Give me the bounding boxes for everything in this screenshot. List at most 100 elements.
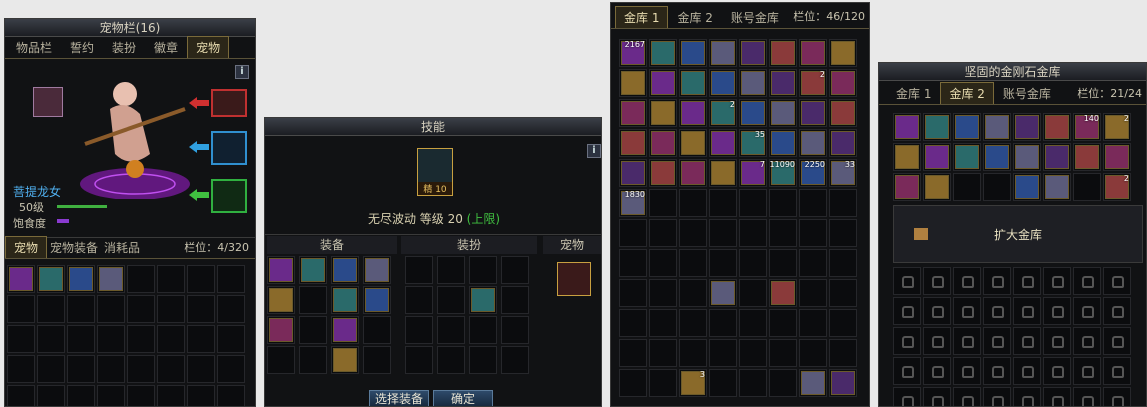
item-slot[interactable] <box>649 69 677 97</box>
pet-portrait[interactable] <box>33 87 63 117</box>
item-slot[interactable] <box>709 249 737 277</box>
item-slot[interactable] <box>331 256 359 284</box>
item-slot[interactable] <box>799 309 827 337</box>
item-slot[interactable] <box>7 295 35 323</box>
item-slot[interactable] <box>469 346 497 374</box>
item-slot[interactable] <box>267 256 295 284</box>
item-slot[interactable] <box>769 39 797 67</box>
item-slot[interactable] <box>67 385 95 406</box>
item-slot[interactable]: 11090 <box>769 159 797 187</box>
item-slot[interactable] <box>437 346 465 374</box>
item-slot[interactable] <box>187 295 215 323</box>
item-slot[interactable] <box>799 249 827 277</box>
item-slot[interactable] <box>7 385 35 406</box>
item-slot[interactable] <box>217 265 245 293</box>
item-slot[interactable] <box>157 265 185 293</box>
item-slot[interactable] <box>187 265 215 293</box>
item-slot[interactable] <box>37 295 65 323</box>
item-slot[interactable] <box>679 189 707 217</box>
item-slot[interactable] <box>67 265 95 293</box>
item-slot[interactable] <box>739 279 767 307</box>
item-slot[interactable] <box>331 346 359 374</box>
item-slot[interactable] <box>679 339 707 367</box>
item-slot[interactable] <box>829 339 857 367</box>
item-slot[interactable] <box>769 219 797 247</box>
item-slot[interactable] <box>739 189 767 217</box>
item-slot[interactable] <box>739 39 767 67</box>
item-slot[interactable] <box>649 99 677 127</box>
subtab-pet-equip[interactable]: 宠物装备 <box>47 236 101 258</box>
item-slot[interactable] <box>157 385 185 406</box>
item-slot[interactable] <box>267 346 295 374</box>
info-button[interactable]: i <box>587 144 601 158</box>
item-slot[interactable] <box>769 99 797 127</box>
tab-costume[interactable]: 装扮 <box>103 36 145 58</box>
item-slot[interactable] <box>363 256 391 284</box>
item-slot[interactable] <box>739 249 767 277</box>
item-slot[interactable] <box>769 339 797 367</box>
item-slot[interactable] <box>405 256 433 284</box>
item-slot[interactable] <box>299 286 327 314</box>
item-slot[interactable] <box>331 316 359 344</box>
item-slot[interactable] <box>649 159 677 187</box>
item-slot[interactable] <box>97 325 125 353</box>
item-slot[interactable] <box>67 325 95 353</box>
item-slot[interactable] <box>501 256 529 284</box>
item-slot[interactable] <box>469 316 497 344</box>
item-slot[interactable] <box>829 279 857 307</box>
item-slot[interactable] <box>893 173 921 201</box>
item-slot[interactable] <box>501 316 529 344</box>
confirm-button[interactable]: 确定 <box>433 390 493 406</box>
item-slot[interactable]: 3 <box>679 369 707 397</box>
item-slot[interactable] <box>619 129 647 157</box>
tab-bank-2[interactable]: 金库 2 <box>668 6 721 28</box>
item-slot[interactable] <box>187 325 215 353</box>
item-slot[interactable] <box>679 219 707 247</box>
item-slot[interactable] <box>619 339 647 367</box>
item-slot[interactable] <box>469 286 497 314</box>
item-slot[interactable] <box>363 346 391 374</box>
pet-slot[interactable] <box>557 262 591 296</box>
item-slot[interactable] <box>709 369 737 397</box>
tab-oath[interactable]: 誓约 <box>61 36 103 58</box>
select-equip-button[interactable]: 选择装备 <box>369 390 429 406</box>
item-slot[interactable] <box>267 286 295 314</box>
item-slot[interactable] <box>1043 173 1071 201</box>
item-slot[interactable] <box>709 189 737 217</box>
item-slot[interactable] <box>331 286 359 314</box>
item-slot[interactable] <box>649 309 677 337</box>
item-slot[interactable] <box>799 279 827 307</box>
item-slot[interactable] <box>799 339 827 367</box>
item-slot[interactable] <box>953 143 981 171</box>
item-slot[interactable] <box>37 325 65 353</box>
item-slot[interactable] <box>649 129 677 157</box>
item-slot[interactable] <box>769 309 797 337</box>
item-slot[interactable] <box>1043 143 1071 171</box>
item-slot[interactable] <box>829 189 857 217</box>
item-slot[interactable] <box>799 129 827 157</box>
item-slot[interactable] <box>7 355 35 383</box>
item-slot[interactable] <box>739 99 767 127</box>
item-slot[interactable] <box>267 316 295 344</box>
item-slot[interactable] <box>437 316 465 344</box>
item-slot[interactable] <box>829 219 857 247</box>
subtab-pet[interactable]: 宠物 <box>5 236 48 258</box>
item-slot[interactable] <box>739 369 767 397</box>
item-slot[interactable] <box>67 355 95 383</box>
item-slot[interactable] <box>619 219 647 247</box>
item-slot[interactable] <box>405 286 433 314</box>
item-slot[interactable] <box>7 325 35 353</box>
tab-account-bank[interactable]: 账号金库 <box>994 82 1060 104</box>
item-slot[interactable] <box>799 99 827 127</box>
item-slot[interactable] <box>437 286 465 314</box>
item-slot[interactable] <box>299 346 327 374</box>
tab-bank-2[interactable]: 金库 2 <box>940 82 994 104</box>
item-slot[interactable] <box>679 129 707 157</box>
item-slot[interactable] <box>829 369 857 397</box>
item-slot[interactable] <box>97 355 125 383</box>
item-slot[interactable] <box>983 173 1011 201</box>
tab-bank-1[interactable]: 金库 1 <box>615 6 669 28</box>
item-slot[interactable] <box>649 369 677 397</box>
item-slot[interactable] <box>953 113 981 141</box>
item-slot[interactable] <box>299 256 327 284</box>
